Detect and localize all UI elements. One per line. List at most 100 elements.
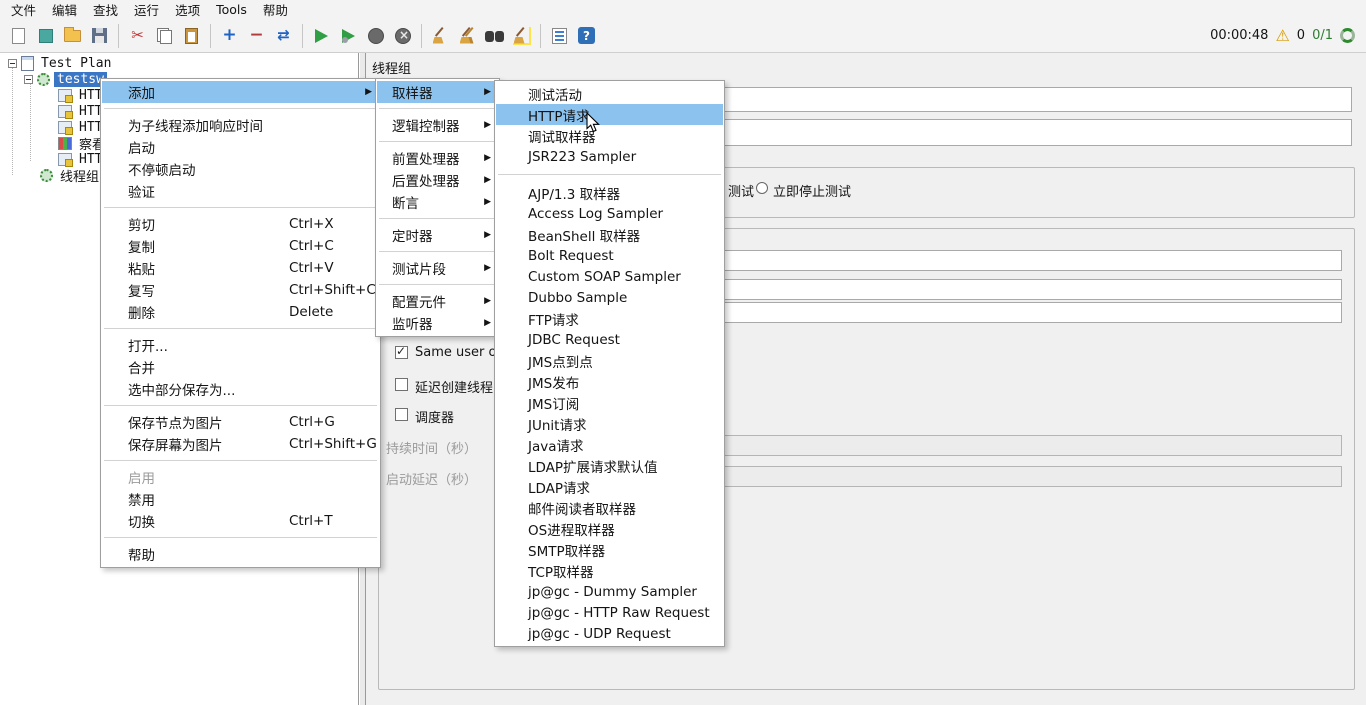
templates-button[interactable] [32, 23, 59, 49]
menu-item-ftp-request[interactable]: FTP请求 [496, 308, 723, 329]
open-button[interactable] [59, 23, 86, 49]
menu-item-add-think-times[interactable]: 为子线程添加响应时间 [102, 114, 379, 136]
menu-options[interactable]: 选项 [167, 0, 208, 20]
toolbar-separator [421, 23, 422, 48]
menu-item-assertion[interactable]: 断言 ▶ [377, 191, 498, 213]
menu-item-post-processor[interactable]: 后置处理器 ▶ [377, 169, 498, 191]
menu-item-bolt-request[interactable]: Bolt Request [496, 245, 723, 266]
menu-item-toggle[interactable]: 切换 Ctrl+T [102, 510, 379, 532]
menu-edit[interactable]: 编辑 [44, 0, 85, 20]
menu-item-validate[interactable]: 验证 [102, 180, 379, 202]
clear-button[interactable] [427, 23, 454, 49]
menu-item-java-request[interactable]: Java请求 [496, 434, 723, 455]
same-user-checkbox[interactable] [395, 344, 408, 359]
menu-item-duplicate[interactable]: 复写 Ctrl+Shift+C [102, 279, 379, 301]
toggle-button[interactable]: ⇄ [270, 23, 297, 49]
menu-file[interactable]: 文件 [3, 0, 44, 20]
menu-item-jms-point-to-point[interactable]: JMS点到点 [496, 350, 723, 371]
search-reset-button[interactable] [508, 23, 535, 49]
menu-item-ldap-extended-request-defaults[interactable]: LDAP扩展请求默认值 [496, 455, 723, 476]
menu-item-os-process-sampler[interactable]: OS进程取样器 [496, 518, 723, 539]
menu-item-enable[interactable]: 启用 [102, 466, 379, 488]
submenu-arrow-icon: ▶ [484, 318, 491, 328]
test-plan-icon [21, 55, 34, 71]
menu-search[interactable]: 查找 [85, 0, 126, 20]
toolbar-status: 00:00:48 0 0/1 [1210, 28, 1361, 44]
menu-item-add[interactable]: 添加 ▶ [102, 81, 379, 103]
menu-item-merge[interactable]: 合并 [102, 356, 379, 378]
start-no-pauses-button[interactable] [335, 23, 362, 49]
menu-item-junit-request[interactable]: JUnit请求 [496, 413, 723, 434]
menu-separator [379, 218, 496, 219]
collapse-icon[interactable] [24, 74, 33, 84]
menu-tools[interactable]: Tools [208, 1, 255, 18]
menu-item-debug-sampler[interactable]: 调试取样器 [496, 125, 723, 146]
save-button[interactable] [86, 23, 113, 49]
menu-item-ldap-request[interactable]: LDAP请求 [496, 476, 723, 497]
menu-item-dubbo-sample[interactable]: Dubbo Sample [496, 287, 723, 308]
menu-item-pre-processor[interactable]: 前置处理器 ▶ [377, 147, 498, 169]
search-button[interactable] [481, 23, 508, 49]
menu-item-config-element[interactable]: 配置元件 ▶ [377, 290, 498, 312]
menu-item-disable[interactable]: 禁用 [102, 488, 379, 510]
menu-item-flow-control-action[interactable]: 测试活动 [496, 83, 723, 104]
menu-item-jpgc-http-raw-request[interactable]: jp@gc - HTTP Raw Request [496, 602, 723, 623]
tree-item-http-request-2[interactable]: HTT [58, 103, 105, 119]
menu-item-test-fragment[interactable]: 测试片段 ▶ [377, 257, 498, 279]
copy-button[interactable] [151, 23, 178, 49]
menu-item-paste[interactable]: 粘贴 Ctrl+V [102, 257, 379, 279]
menu-item-cut[interactable]: 剪切 Ctrl+X [102, 213, 379, 235]
menu-item-custom-soap-sampler[interactable]: Custom SOAP Sampler [496, 266, 723, 287]
menu-item-jdbc-request[interactable]: JDBC Request [496, 329, 723, 350]
menu-item-mail-reader-sampler[interactable]: 邮件阅读者取样器 [496, 497, 723, 518]
menu-item-jpgc-udp-request[interactable]: jp@gc - UDP Request [496, 623, 723, 644]
cut-button[interactable]: ✂ [124, 23, 151, 49]
expand-all-button[interactable]: + [216, 23, 243, 49]
sampler-submenu: 测试活动 HTTP请求 调试取样器 JSR223 Sampler AJP/1.3… [494, 80, 725, 647]
menu-item-ajp13-sampler[interactable]: AJP/1.3 取样器 [496, 182, 723, 203]
start-button[interactable] [308, 23, 335, 49]
menu-item-logic-controller[interactable]: 逻辑控制器 ▶ [377, 114, 498, 136]
scheduler-checkbox[interactable] [395, 408, 408, 421]
menu-item-jpgc-dummy-sampler[interactable]: jp@gc - Dummy Sampler [496, 581, 723, 602]
collapse-icon[interactable] [8, 58, 17, 68]
delayed-start-checkbox[interactable] [395, 378, 408, 391]
menu-item-start-no-pauses[interactable]: 不停顿启动 [102, 158, 379, 180]
menu-help[interactable]: 帮助 [255, 0, 296, 20]
menu-item-jms-subscriber[interactable]: JMS订阅 [496, 392, 723, 413]
stop-button[interactable] [362, 23, 389, 49]
collapse-all-button[interactable]: − [243, 23, 270, 49]
menu-item-timer[interactable]: 定时器 ▶ [377, 224, 498, 246]
menu-item-save-selection-as[interactable]: 选中部分保存为... [102, 378, 379, 400]
menu-item-smtp-sampler[interactable]: SMTP取样器 [496, 539, 723, 560]
function-helper-button[interactable] [546, 23, 573, 49]
menu-item-listener[interactable]: 监听器 ▶ [377, 312, 498, 334]
menu-item-jms-publisher[interactable]: JMS发布 [496, 371, 723, 392]
clear-all-button[interactable] [454, 23, 481, 49]
menu-item-sampler[interactable]: 取样器 ▶ [377, 81, 498, 103]
paste-icon [185, 27, 198, 44]
shutdown-button[interactable] [389, 23, 416, 49]
menu-run[interactable]: 运行 [126, 0, 167, 20]
menu-item-help[interactable]: 帮助 [102, 543, 379, 565]
menu-item-beanshell-sampler[interactable]: BeanShell 取样器 [496, 224, 723, 245]
tree-item-thread-group[interactable]: 线程组 [40, 167, 102, 185]
menu-item-copy[interactable]: 复制 Ctrl+C [102, 235, 379, 257]
menu-item-start[interactable]: 启动 [102, 136, 379, 158]
paste-button[interactable] [178, 23, 205, 49]
menu-item-jsr223-sampler[interactable]: JSR223 Sampler [496, 146, 723, 167]
stop-test-now-radio[interactable] [756, 182, 768, 194]
tree-item-test-plan[interactable]: Test Plan [8, 55, 114, 71]
tree-item-testsw[interactable]: testsw [24, 71, 107, 87]
menu-item-open[interactable]: 打开... [102, 334, 379, 356]
tree-item-http-request-1[interactable]: HTT [58, 87, 105, 103]
menu-item-remove[interactable]: 删除 Delete [102, 301, 379, 323]
warning-icon[interactable] [1275, 28, 1289, 44]
menu-item-tcp-sampler[interactable]: TCP取样器 [496, 560, 723, 581]
help-button[interactable] [573, 23, 600, 49]
new-file-button[interactable] [5, 23, 32, 49]
menu-item-http-request[interactable]: HTTP请求 [496, 104, 723, 125]
menu-item-save-screen-as-image[interactable]: 保存屏幕为图片 Ctrl+Shift+G [102, 433, 379, 455]
menu-item-access-log-sampler[interactable]: Access Log Sampler [496, 203, 723, 224]
menu-item-save-node-as-image[interactable]: 保存节点为图片 Ctrl+G [102, 411, 379, 433]
